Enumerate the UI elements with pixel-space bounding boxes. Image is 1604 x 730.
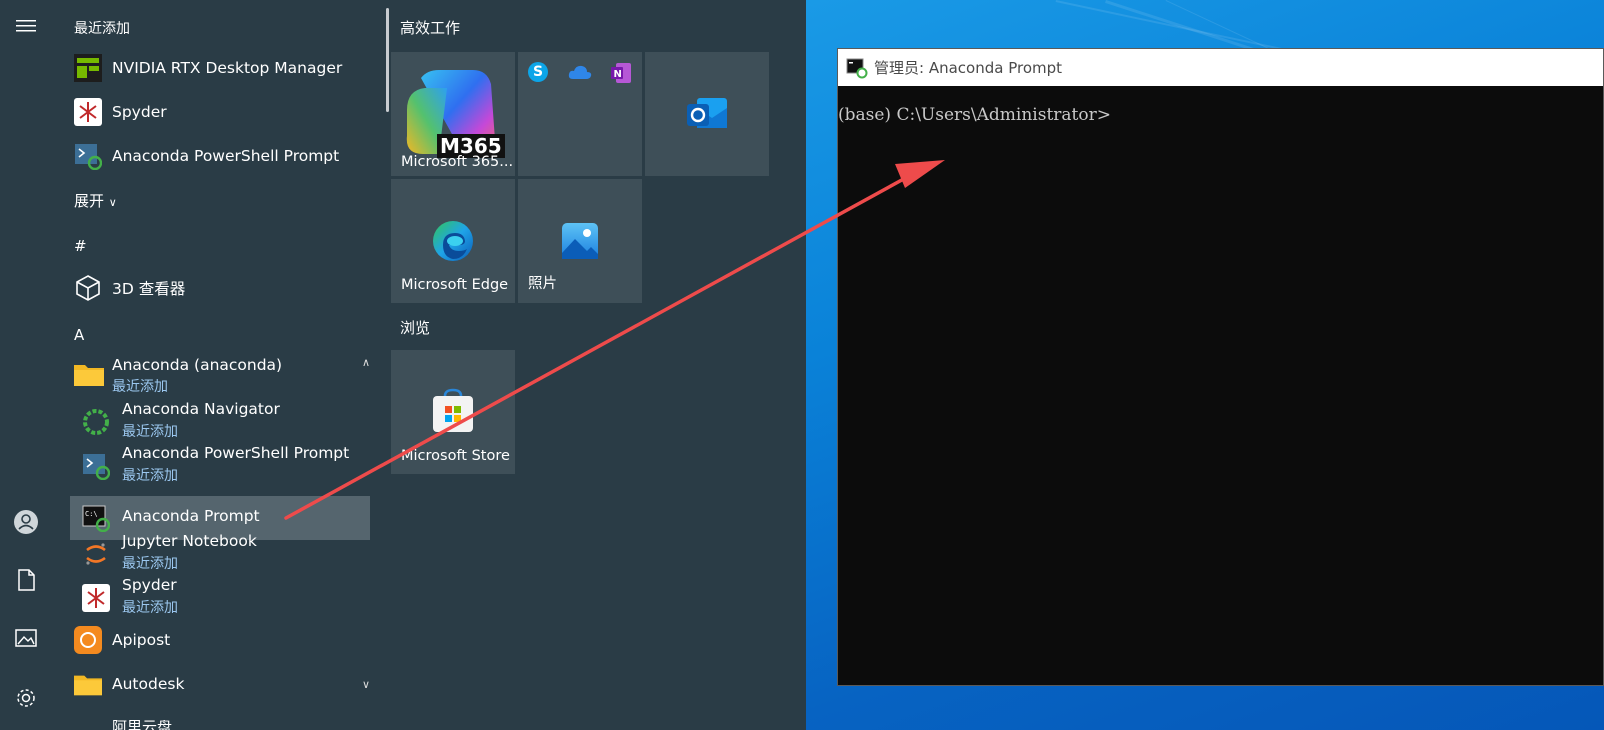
onenote-icon[interactable]: N [610,62,632,88]
app-label: Anaconda Navigator [122,400,280,418]
tile-label: Microsoft 365... [401,154,514,170]
app-nvidia-rtx-desktop-manager[interactable]: NVIDIA RTX Desktop Manager [74,48,342,88]
tile-outlook[interactable] [645,52,769,176]
app-label: Anaconda PowerShell Prompt [112,147,340,165]
apipost-icon [74,626,102,654]
folder-recent-tag: 最近添加 [112,379,168,395]
onedrive-icon[interactable] [568,64,592,84]
documents-icon[interactable] [12,566,40,594]
anaconda-navigator-icon [82,408,110,436]
edge-icon [433,221,473,261]
svg-text:N: N [614,69,622,80]
tile-label: 照片 [528,276,557,292]
app-apipost[interactable]: Apipost [74,620,170,660]
expand-label: 展开 [74,192,105,210]
folder-anaconda[interactable]: Anaconda (anaconda) 最近添加 ∧ [74,354,374,396]
console-titlebar[interactable]: 管理员: Anaconda Prompt [838,49,1603,86]
app-label: Anaconda Prompt [122,507,260,525]
powershell-prompt-icon [74,142,102,170]
cube-3d-icon [74,274,102,302]
hamburger-menu-icon[interactable] [12,12,40,40]
app-label: Autodesk [112,675,185,693]
powershell-prompt-icon [82,452,110,480]
console-prompt-line[interactable]: (base) C:\Users\Administrator> [838,105,1111,125]
browse-group-header: 浏览 [400,319,431,337]
folder-icon [74,362,104,390]
outlook-icon [687,98,727,128]
recent-header: 最近添加 [74,21,130,37]
app-label: Spyder [122,576,177,594]
start-rail [0,0,52,730]
spyder-icon [74,98,102,126]
partial-folder-label: 阿里云盘 [112,720,173,730]
pictures-icon[interactable] [12,624,40,652]
app-label: Anaconda PowerShell Prompt [122,444,350,462]
app-label: 3D 查看器 [112,280,186,298]
tile-microsoft-store[interactable]: Microsoft Store [391,350,515,474]
recent-tag: 最近添加 [122,556,178,572]
console-title: 管理员: Anaconda Prompt [874,59,1063,77]
app-3d-viewer[interactable]: 3D 查看器 [74,268,185,308]
chevron-down-icon: ∨ [361,677,370,691]
app-spyder[interactable]: Spyder [74,92,167,132]
store-bag-icon [433,388,473,432]
chevron-up-icon: ∧ [361,356,370,369]
chevron-down-icon: ∨ [108,196,117,209]
spyder-icon [82,584,110,612]
app-list: 最近添加 NVIDIA RTX Desktop Manager Spyder A… [52,0,390,730]
app-label: Apipost [112,631,171,649]
tile-photos[interactable]: 照片 [518,179,642,303]
console-window[interactable]: 管理员: Anaconda Prompt (base) C:\Users\Adm… [837,48,1604,686]
settings-gear-icon[interactable] [12,684,40,712]
tiles-area: 高效工作 M365 Microsoft 365... S N Microsoft… [390,0,806,730]
app-list-scrollbar[interactable] [386,8,389,112]
tile-label: Microsoft Edge [401,277,509,293]
folder-icon [74,670,102,698]
recent-tag: 最近添加 [122,424,178,440]
productivity-group-header: 高效工作 [400,19,461,37]
nvidia-icon [74,54,102,82]
app-label: Spyder [112,103,167,121]
app-anaconda-powershell-prompt[interactable]: Anaconda PowerShell Prompt [74,136,339,176]
recent-tag: 最近添加 [122,600,178,616]
user-avatar-icon[interactable] [12,508,40,536]
app-label: NVIDIA RTX Desktop Manager [112,59,343,77]
start-menu: 最近添加 NVIDIA RTX Desktop Manager Spyder A… [0,0,806,730]
photos-icon [562,223,598,259]
recent-tag: 最近添加 [122,468,178,484]
skype-icon[interactable]: S [528,62,548,82]
expand-toggle[interactable]: 展开 ∨ [74,190,117,211]
cmd-prompt-icon [846,58,868,78]
tile-microsoft-365[interactable]: M365 Microsoft 365... [391,52,515,176]
partial-folder[interactable]: 阿里云盘 [112,720,312,730]
jupyter-icon [82,540,110,568]
app-label: Jupyter Notebook [122,532,257,550]
folder-autodesk[interactable]: Autodesk ∨ [74,664,370,704]
tile-microsoft-edge[interactable]: Microsoft Edge [391,179,515,303]
letter-header-hash[interactable]: # [74,237,87,255]
cmd-prompt-icon: C:\ [82,504,110,532]
svg-text:C:\: C:\ [85,510,98,518]
letter-header-a[interactable]: A [74,326,84,344]
folder-label: Anaconda (anaconda) [112,356,283,374]
tile-label: Microsoft Store [401,448,510,464]
tile-group-skype-onedrive-onenote[interactable]: S N [518,52,642,176]
